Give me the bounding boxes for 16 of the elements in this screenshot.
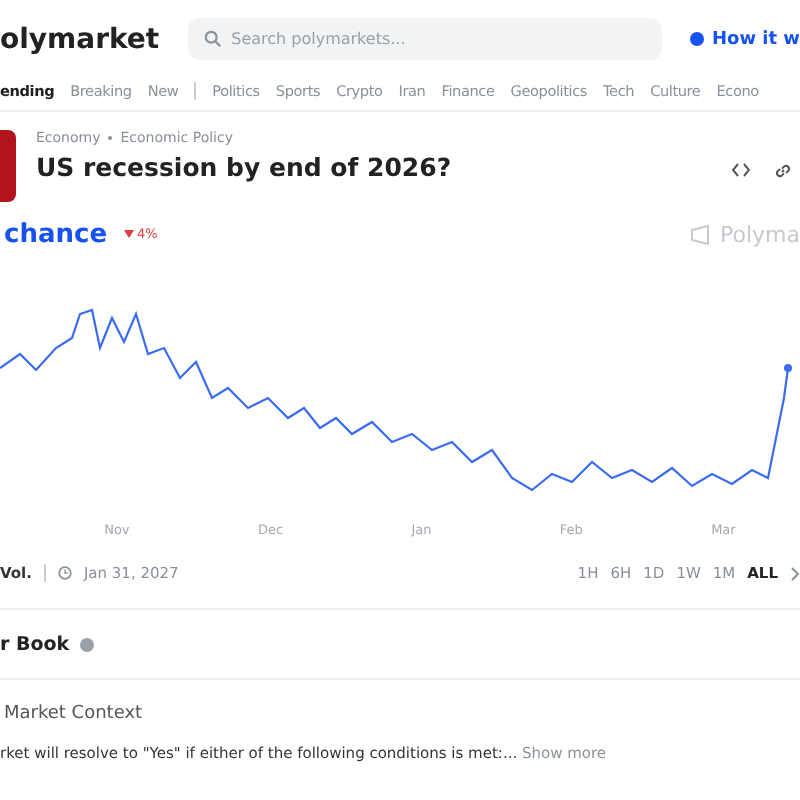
logo[interactable]: olymarket xyxy=(0,23,160,55)
how-it-works-link[interactable]: How it w xyxy=(690,29,800,49)
code-icon[interactable] xyxy=(732,162,750,178)
watermark-logo: Polyma xyxy=(690,221,800,247)
down-triangle-icon xyxy=(123,230,134,238)
market-thumbnail xyxy=(0,130,16,202)
separator-dot xyxy=(108,136,113,140)
context-title: Market Context xyxy=(2,704,145,724)
clock-icon xyxy=(57,566,72,580)
chance-label: chance xyxy=(2,219,108,249)
link-icon[interactable] xyxy=(774,162,792,180)
chevron-right-icon[interactable] xyxy=(790,565,800,581)
search-icon xyxy=(203,30,222,48)
market-title: US recession by end of 2026? xyxy=(36,152,452,182)
order-book-title[interactable]: r Book xyxy=(0,633,70,655)
search-field[interactable]: Search polymarkets... xyxy=(187,18,662,60)
